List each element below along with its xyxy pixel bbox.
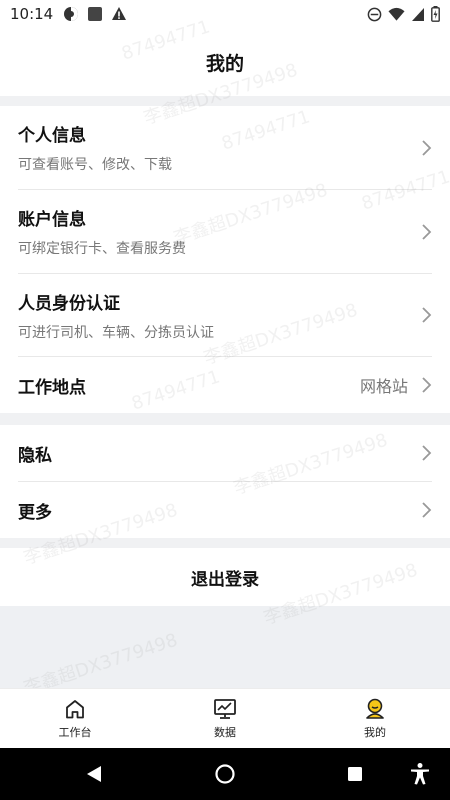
back-button[interactable] — [82, 762, 106, 786]
back-triangle-icon — [87, 766, 101, 782]
bottom-tab-bar: 工作台 数据 我的 — [0, 688, 450, 748]
tab-data[interactable]: 数据 — [150, 689, 300, 748]
warning-icon — [112, 7, 127, 20]
menu-item-title: 人员身份认证 — [18, 293, 120, 314]
system-navigation-bar — [0, 748, 450, 800]
data-saver-icon — [64, 7, 79, 21]
menu-item-title: 账户信息 — [18, 210, 86, 230]
logout-label: 退出登录 — [191, 569, 259, 590]
logout-button[interactable]: 退出登录 — [0, 548, 450, 606]
menu-item-title: 个人信息 — [18, 126, 86, 146]
chevron-right-icon — [422, 502, 432, 518]
menu-item-more[interactable]: 更多 — [0, 482, 450, 538]
section-gap — [0, 413, 450, 425]
chevron-right-icon — [422, 445, 432, 461]
menu-item-title: 隐私 — [18, 445, 52, 466]
menu-item-work-location[interactable]: 工作地点 网格站 — [0, 357, 450, 413]
menu-item-title: 工作地点 — [18, 377, 86, 398]
status-bar: 10:14 — [0, 0, 450, 28]
section-gap — [0, 538, 450, 548]
tab-label: 数据 — [214, 725, 236, 739]
user-avatar-icon — [366, 698, 384, 719]
menu-item-subtitle: 可绑定银行卡、查看服务费 — [18, 241, 186, 257]
section-gap — [0, 96, 450, 106]
menu-item-personal-info[interactable]: 个人信息 可查看账号、修改、下载 — [0, 106, 450, 189]
tab-workbench[interactable]: 工作台 — [0, 689, 150, 748]
page-header: 我的 — [0, 28, 450, 96]
home-circle-icon — [215, 764, 235, 784]
chevron-right-icon — [422, 223, 432, 240]
work-location-value: 网格站 — [359, 377, 408, 396]
recents-button[interactable] — [343, 762, 367, 786]
empty-area — [0, 606, 450, 688]
monitor-chart-icon — [214, 698, 236, 719]
menu-item-privacy[interactable]: 隐私 — [0, 425, 450, 481]
status-time: 10:14 — [10, 5, 54, 23]
tab-mine[interactable]: 我的 — [300, 689, 450, 748]
accessibility-button[interactable] — [407, 761, 433, 787]
accessibility-icon — [411, 763, 429, 785]
menu-item-identity-verification[interactable]: 人员身份认证 可进行司机、车辆、分拣员认证 — [0, 274, 450, 356]
menu-item-subtitle: 可查看账号、修改、下载 — [18, 157, 172, 173]
home-button[interactable] — [213, 762, 237, 786]
chevron-right-icon — [422, 139, 432, 156]
chevron-right-icon — [422, 307, 432, 323]
tab-label: 工作台 — [58, 725, 92, 739]
wifi-icon — [388, 7, 405, 21]
chevron-right-icon — [422, 377, 432, 393]
tab-label: 我的 — [364, 725, 386, 739]
menu-item-subtitle: 可进行司机、车辆、分拣员认证 — [18, 324, 214, 341]
menu-item-account-info[interactable]: 账户信息 可绑定银行卡、查看服务费 — [0, 190, 450, 273]
signal-icon — [412, 7, 424, 21]
app-notification-icon — [88, 7, 103, 21]
do-not-disturb-icon — [367, 7, 382, 21]
page-title: 我的 — [205, 52, 244, 75]
recents-square-icon — [348, 767, 362, 781]
menu-item-title: 更多 — [18, 502, 52, 523]
home-icon — [66, 699, 84, 718]
battery-icon — [431, 6, 440, 22]
